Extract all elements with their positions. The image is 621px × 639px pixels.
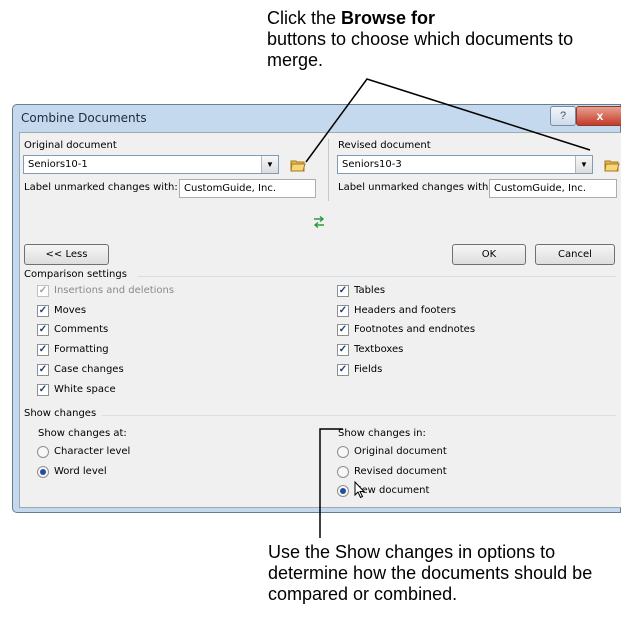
revised-document-value: Seniors10-3 (342, 159, 402, 170)
less-button[interactable]: << Less (24, 244, 109, 265)
radio-button[interactable] (337, 446, 349, 458)
original-document-combo[interactable]: Seniors10-1 ▼ (23, 155, 279, 174)
checkbox-label: Moves (54, 304, 87, 316)
checkbox[interactable]: ✓ (37, 304, 49, 317)
callout-browse: Click the Browse for buttons to choose w… (267, 8, 587, 71)
chevron-down-icon[interactable]: ▼ (261, 156, 278, 173)
checkbox-label: Insertions and deletions (54, 285, 175, 296)
checkbox-label: Comments (54, 324, 109, 336)
show-changes-heading: Show changes (24, 408, 97, 419)
comparison-settings-heading: Comparison settings (24, 269, 127, 280)
help-button[interactable]: ? (550, 106, 576, 126)
radio-button[interactable] (337, 465, 349, 478)
column-divider (328, 139, 329, 201)
callout-browse-rest: buttons to choose which documents to mer… (267, 29, 574, 70)
show-changes-at-heading: Show changes at: (38, 428, 127, 439)
checkbox[interactable]: ✓ (337, 344, 349, 357)
checkbox[interactable]: ✓ (37, 383, 49, 396)
checkbox-label: Fields (354, 363, 383, 375)
checkbox-label: Headers and footers (354, 304, 456, 316)
mouse-pointer-icon (354, 481, 366, 499)
checkbox-label: White space (54, 383, 116, 395)
checkbox[interactable]: ✓ (37, 363, 49, 376)
cancel-button[interactable]: Cancel (535, 244, 615, 265)
checkbox-label: Textboxes (354, 344, 404, 356)
ok-button[interactable]: OK (452, 244, 526, 265)
checkbox-label: Tables (354, 285, 386, 296)
callout-browse-bold: Browse for (341, 8, 436, 28)
dialog-title: Combine Documents (21, 111, 147, 125)
browse-original-folder-icon[interactable] (290, 158, 306, 172)
original-document-value: Seniors10-1 (28, 159, 88, 170)
callout-browse-prefix: Click the (267, 8, 342, 28)
swap-arrows-icon[interactable] (312, 216, 326, 228)
revised-document-combo[interactable]: Seniors10-3 ▼ (337, 155, 593, 174)
checkbox[interactable]: ✓ (37, 324, 49, 337)
checkbox[interactable]: ✓ (337, 304, 349, 317)
checkbox-label: Case changes (54, 363, 124, 375)
checkbox-label: Formatting (54, 344, 109, 356)
radio-button[interactable] (37, 446, 49, 458)
chevron-down-icon[interactable]: ▼ (575, 156, 592, 173)
radio-button[interactable] (37, 465, 49, 478)
show-changes-in-heading: Show changes in: (338, 428, 426, 439)
browse-revised-folder-icon[interactable] (604, 158, 620, 172)
original-document-heading: Original document (24, 140, 117, 151)
checkbox[interactable]: ✓ (37, 344, 49, 357)
title-bar: Combine Documents ? x (13, 105, 621, 130)
comparison-settings-rule (138, 276, 616, 277)
close-button[interactable]: x (576, 106, 621, 126)
checkbox: ✓ (37, 285, 49, 297)
revised-document-heading: Revised document (338, 140, 431, 151)
radio-button[interactable] (337, 485, 349, 497)
combine-documents-dialog: Combine Documents ? x Original document … (12, 104, 621, 513)
revised-label-value: CustomGuide, Inc. (494, 183, 586, 194)
radio-label: Character level (54, 446, 131, 457)
revised-label-input[interactable]: CustomGuide, Inc. (489, 179, 617, 198)
show-changes-rule (102, 415, 616, 416)
radio-label: Word level (54, 465, 107, 477)
checkbox[interactable]: ✓ (337, 285, 349, 297)
checkbox-label: Footnotes and endnotes (354, 324, 476, 336)
checkbox[interactable]: ✓ (337, 363, 349, 376)
dialog-client-area: Original document Seniors10-1 ▼ Label un… (19, 132, 621, 508)
callout-show-changes: Use the Show changes in options to deter… (268, 542, 593, 604)
original-label-input[interactable]: CustomGuide, Inc. (179, 179, 316, 198)
original-label-text: Label unmarked changes with: (24, 182, 178, 193)
revised-label-text: Label unmarked changes with: (338, 182, 492, 193)
radio-label: Revised document (354, 465, 447, 477)
original-label-value: CustomGuide, Inc. (184, 183, 276, 194)
radio-label: Original document (354, 446, 447, 457)
checkbox[interactable]: ✓ (337, 324, 349, 337)
